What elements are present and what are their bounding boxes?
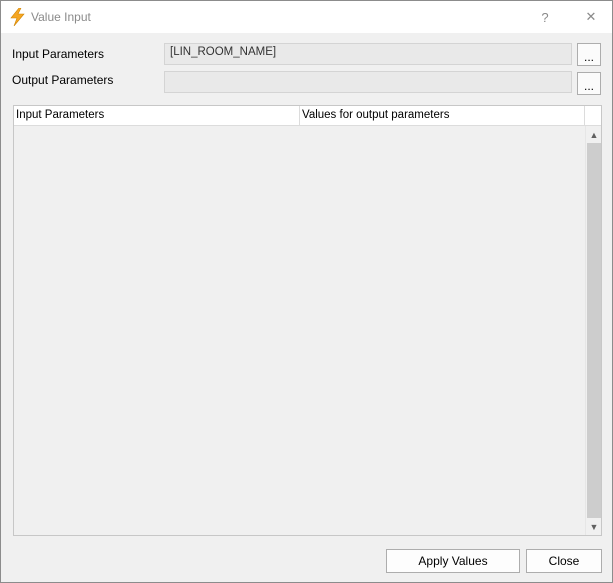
grid-header: Input Parameters Values for output param… <box>14 106 601 126</box>
values-grid[interactable]: Input Parameters Values for output param… <box>13 105 602 536</box>
apply-values-button[interactable]: Apply Values <box>386 549 520 573</box>
lightning-bolt-icon <box>9 7 26 27</box>
help-button[interactable]: ? <box>525 1 565 33</box>
scroll-up-icon[interactable]: ▲ <box>586 126 602 143</box>
scroll-thumb[interactable] <box>587 143 601 518</box>
column-header-input-parameters[interactable]: Input Parameters <box>14 106 300 125</box>
output-parameters-field[interactable] <box>164 71 572 93</box>
input-parameters-browse-button[interactable]: ... <box>577 43 601 66</box>
input-parameters-label: Input Parameters <box>12 47 105 61</box>
title-bar: Value Input ? ✕ <box>1 1 612 33</box>
window-title: Value Input <box>31 10 91 24</box>
value-input-dialog: Value Input ? ✕ Input Parameters [LIN_RO… <box>0 0 613 583</box>
input-parameters-field[interactable]: [LIN_ROOM_NAME] <box>164 43 572 65</box>
output-parameters-browse-button[interactable]: ... <box>577 72 601 95</box>
column-header-output-values[interactable]: Values for output parameters <box>300 106 585 125</box>
scroll-down-icon[interactable]: ▼ <box>586 518 602 535</box>
close-window-button[interactable]: ✕ <box>571 1 611 33</box>
vertical-scrollbar[interactable]: ▲ ▼ <box>585 126 601 535</box>
close-button[interactable]: Close <box>526 549 602 573</box>
output-parameters-label: Output Parameters <box>12 73 114 87</box>
grid-body[interactable] <box>14 126 585 535</box>
